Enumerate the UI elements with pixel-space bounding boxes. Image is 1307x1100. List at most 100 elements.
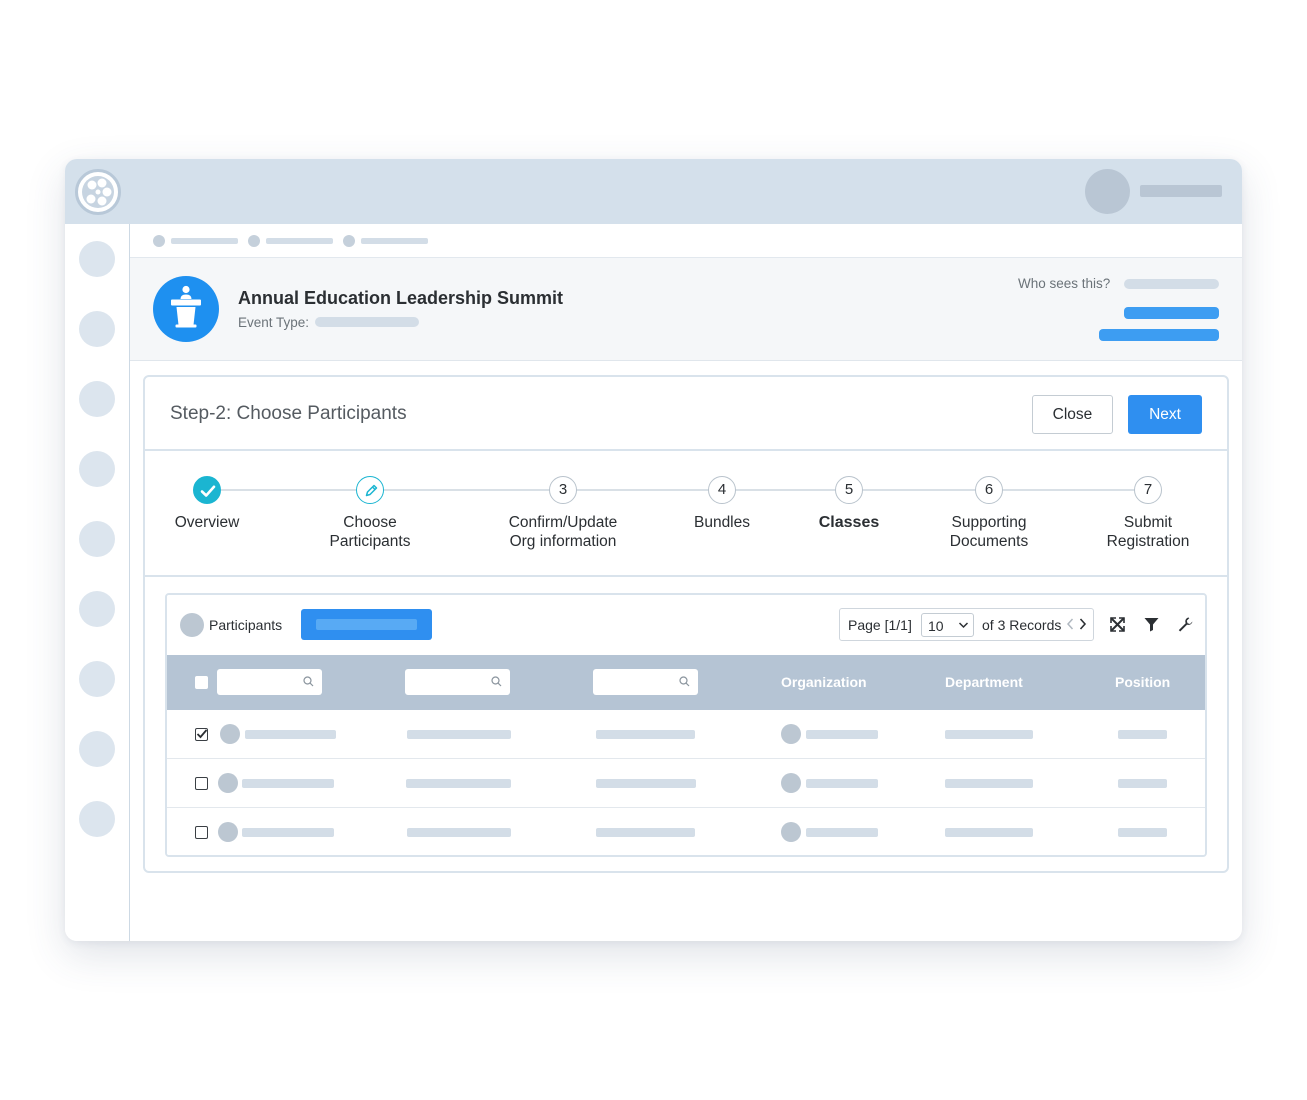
wrench-icon[interactable] (1177, 616, 1194, 633)
cell-placeholder (245, 730, 336, 739)
column-search-input[interactable] (405, 669, 510, 695)
step-label-overview: Overview (174, 514, 240, 531)
step-label-confirm-org: Confirm/Update Org information (508, 514, 618, 550)
row-checkbox[interactable] (195, 728, 208, 741)
sidebar-item[interactable] (79, 451, 115, 487)
sidebar-item[interactable] (79, 311, 115, 347)
visibility-value (1124, 279, 1219, 289)
podium-speaker-icon (153, 276, 219, 342)
step-label-submit-registration: Submit Registration (1106, 514, 1190, 550)
select-all-checkbox[interactable] (195, 676, 208, 689)
breadcrumb-dot (343, 235, 355, 247)
page-size-select[interactable]: 10 (921, 613, 974, 637)
step-label-supporting-documents: Supporting Documents (949, 514, 1029, 550)
visibility-label: Who sees this? (1018, 276, 1111, 291)
step-node-6[interactable]: 6 (975, 476, 1003, 504)
breadcrumb-item[interactable] (171, 238, 238, 244)
participants-avatar (180, 613, 204, 637)
search-icon (491, 676, 502, 687)
chevron-down-icon (958, 622, 969, 629)
pagination: Page [1/1] 10 of 3 Records (839, 608, 1094, 641)
step-node-5[interactable]: 5 (835, 476, 863, 504)
step-title: Step-2: Choose Participants (170, 403, 407, 424)
avatar (220, 724, 240, 744)
avatar (218, 773, 238, 793)
row-checkbox[interactable] (195, 777, 208, 790)
sidebar-item[interactable] (79, 381, 115, 417)
sidebar-item[interactable] (79, 521, 115, 557)
avatar (781, 773, 801, 793)
next-button[interactable]: Next (1128, 395, 1202, 434)
cell-placeholder (806, 828, 878, 837)
visibility-link[interactable] (1124, 307, 1219, 319)
sidebar-item[interactable] (79, 591, 115, 627)
add-participant-button[interactable] (301, 609, 432, 640)
wizard-card: Step-2: Choose Participants Close Next O… (143, 375, 1229, 873)
table-row[interactable] (167, 808, 1205, 855)
column-header-position[interactable]: Position (1115, 674, 1170, 690)
step-complete-check-icon[interactable] (193, 476, 221, 504)
filter-icon[interactable] (1143, 616, 1160, 633)
cell-placeholder (596, 730, 695, 739)
sidebar-item[interactable] (79, 661, 115, 697)
chevron-right-icon[interactable] (1078, 617, 1087, 631)
cell-placeholder (407, 730, 511, 739)
table-row[interactable] (167, 710, 1205, 759)
avatar (781, 724, 801, 744)
breadcrumb-dot (153, 235, 165, 247)
cell-placeholder (945, 779, 1033, 788)
cell-placeholder (1118, 828, 1167, 837)
app-window: Annual Education Leadership Summit Event… (65, 159, 1242, 941)
event-header: Annual Education Leadership Summit Event… (130, 258, 1242, 361)
event-type-label: Event Type: (238, 315, 310, 330)
column-header-department[interactable]: Department (945, 674, 1023, 690)
chevron-left-icon[interactable] (1066, 617, 1075, 631)
cell-placeholder (1118, 730, 1167, 739)
cell-placeholder (596, 828, 695, 837)
event-type-value (315, 317, 419, 327)
sidebar-item[interactable] (79, 801, 115, 837)
breadcrumb-item[interactable] (266, 238, 333, 244)
stepper: Overview Choose Participants 3 Confirm/U… (145, 453, 1227, 577)
user-avatar[interactable] (1085, 169, 1130, 214)
column-search-input[interactable] (593, 669, 698, 695)
cell-placeholder (407, 828, 511, 837)
visibility-link[interactable] (1099, 329, 1219, 341)
records-count: of 3 Records (982, 617, 1062, 633)
table-row[interactable] (167, 759, 1205, 808)
close-button[interactable]: Close (1032, 395, 1113, 434)
avatar (781, 822, 801, 842)
cell-placeholder (242, 828, 334, 837)
breadcrumb-dot (248, 235, 260, 247)
step-current-pencil-icon[interactable] (356, 476, 384, 504)
step-node-7[interactable]: 7 (1134, 476, 1162, 504)
column-search-input[interactable] (217, 669, 322, 695)
page-indicator: Page [1/1] (848, 617, 912, 633)
event-title: Annual Education Leadership Summit (238, 288, 564, 308)
top-bar (65, 159, 1242, 224)
sidebar-item[interactable] (79, 241, 115, 277)
user-name-placeholder[interactable] (1140, 185, 1222, 197)
column-header-organization[interactable]: Organization (781, 674, 867, 690)
search-icon (679, 676, 690, 687)
step-node-4[interactable]: 4 (708, 476, 736, 504)
cell-placeholder (406, 779, 511, 788)
wizard-header: Step-2: Choose Participants Close Next (145, 377, 1227, 451)
film-reel-icon[interactable] (75, 169, 121, 215)
step-node-3[interactable]: 3 (549, 476, 577, 504)
cell-placeholder (806, 779, 878, 788)
step-label-choose-participants: Choose Participants (329, 514, 411, 550)
cell-placeholder (945, 730, 1033, 739)
cell-placeholder (945, 828, 1033, 837)
row-checkbox[interactable] (195, 826, 208, 839)
collapse-arrows-icon[interactable] (1109, 616, 1126, 633)
participants-panel: Participants Page [1/1] 10 of 3 Records (165, 593, 1207, 857)
cell-placeholder (242, 779, 334, 788)
breadcrumb (130, 224, 1242, 258)
search-icon (303, 676, 314, 687)
breadcrumb-item[interactable] (361, 238, 428, 244)
sidebar-item[interactable] (79, 731, 115, 767)
cell-placeholder (806, 730, 878, 739)
participants-label: Participants (209, 617, 283, 633)
table-header: Organization Department Position (167, 655, 1205, 710)
